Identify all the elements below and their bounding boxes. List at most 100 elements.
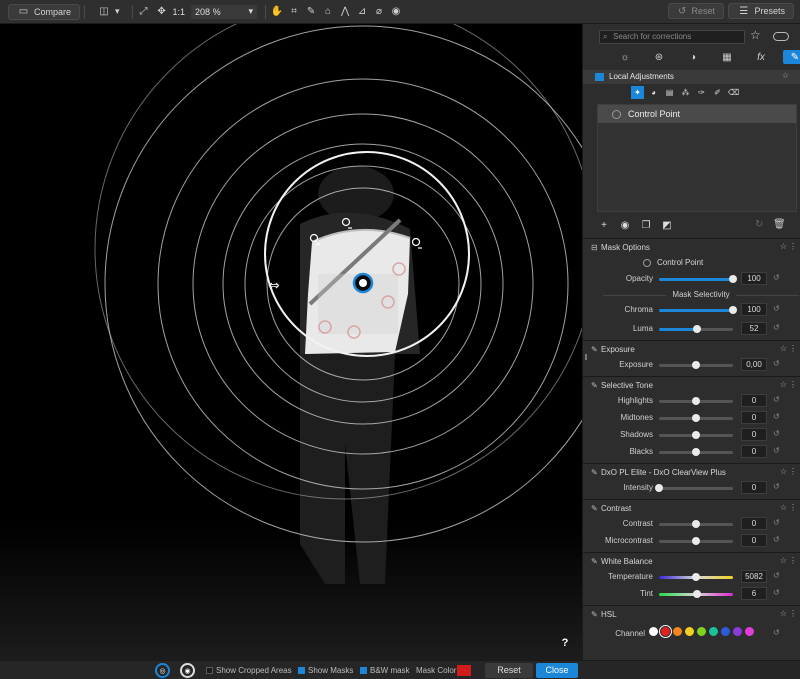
luma-value[interactable]: 52 bbox=[741, 322, 767, 335]
star-icon[interactable]: ☆ bbox=[780, 503, 787, 512]
reset-icon[interactable]: ↺ bbox=[773, 429, 780, 438]
toggle-icon[interactable] bbox=[773, 32, 789, 41]
reset-icon[interactable]: ↺ bbox=[773, 571, 780, 580]
channel-dot[interactable] bbox=[745, 627, 754, 636]
hsl-header[interactable]: ✎ HSL ☆ ⋮ bbox=[591, 607, 797, 621]
panel-scroll[interactable]: ⌕ Search for corrections ☆ ☼ ⊛ ◑ ▦ fx ✎ … bbox=[583, 24, 800, 660]
clearview-header[interactable]: ✎ DxO PL Elite - DxO ClearView Plus ☆ ⋮ bbox=[591, 465, 797, 479]
invert-icon[interactable]: ◩ bbox=[660, 218, 674, 232]
control-point-tool-icon[interactable]: ◎ bbox=[155, 663, 170, 678]
detail-tab[interactable]: ◑ bbox=[681, 50, 705, 64]
temperature-value[interactable]: 5082 bbox=[741, 570, 767, 583]
compare-button[interactable]: ▭ Compare bbox=[8, 3, 80, 20]
close-button[interactable]: Close bbox=[536, 663, 578, 678]
contrast-value[interactable]: 0 bbox=[741, 517, 767, 530]
chroma-slider[interactable]: Chroma 100 ↺ bbox=[583, 303, 800, 317]
tint-value[interactable]: 6 bbox=[741, 587, 767, 600]
reset-icon[interactable]: ↺ bbox=[773, 628, 780, 637]
reset-icon[interactable]: ↺ bbox=[773, 412, 780, 421]
white-balance-header[interactable]: ✎ White Balance ☆ ⋮ bbox=[591, 554, 797, 568]
temperature-slider[interactable]: Temperature 5082 ↺ bbox=[583, 570, 800, 584]
trash-icon[interactable]: 🗑 bbox=[773, 219, 786, 230]
perspective-icon[interactable]: ⌂ bbox=[321, 5, 335, 19]
reset-button[interactable]: ↺ Reset bbox=[668, 3, 724, 19]
highlights-value[interactable]: 0 bbox=[741, 394, 767, 407]
eye-icon[interactable]: ◉ bbox=[618, 218, 632, 232]
blacks-value[interactable]: 0 bbox=[741, 445, 767, 458]
reset-icon[interactable]: ↺ bbox=[773, 446, 780, 455]
channel-dot[interactable] bbox=[659, 625, 672, 638]
star-icon[interactable]: ☆ bbox=[780, 556, 787, 565]
exposure-slider[interactable]: Exposure 0,00 ↺ bbox=[583, 358, 800, 372]
shadows-slider[interactable]: Shadows 0 ↺ bbox=[583, 428, 800, 442]
layout-button[interactable]: ◫ ▾ bbox=[89, 4, 128, 20]
contrast-slider[interactable]: Contrast 0 ↺ bbox=[583, 517, 800, 531]
reset-icon[interactable]: ↺ bbox=[773, 395, 780, 404]
local-adjustments-header[interactable]: Local Adjustments ☆ bbox=[583, 70, 800, 84]
list-item[interactable]: Control Point bbox=[598, 105, 796, 123]
midtones-value[interactable]: 0 bbox=[741, 411, 767, 424]
channel-dot[interactable] bbox=[709, 627, 718, 636]
eyedropper-icon[interactable]: ✎ bbox=[304, 5, 318, 19]
menu-icon[interactable]: ⋮ bbox=[789, 467, 797, 476]
crop-icon[interactable]: ⌗ bbox=[287, 5, 301, 19]
mask-options-header[interactable]: ⊟ Mask Options ☆ ⋮ bbox=[591, 240, 797, 254]
search-input[interactable]: ⌕ Search for corrections bbox=[599, 30, 745, 44]
one-to-one-button[interactable]: 1:1 bbox=[173, 7, 186, 17]
tint-slider[interactable]: Tint 6 ↺ bbox=[583, 587, 800, 601]
blacks-slider[interactable]: Blacks 0 ↺ bbox=[583, 445, 800, 459]
menu-icon[interactable]: ⋮ bbox=[789, 556, 797, 565]
eraser-tool[interactable]: ⌫ bbox=[727, 86, 740, 99]
channel-dot[interactable] bbox=[697, 627, 706, 636]
opacity-slider[interactable]: Opacity 100 ↺ bbox=[583, 272, 800, 286]
channel-dot[interactable] bbox=[685, 627, 694, 636]
contrast-header[interactable]: ✎ Contrast ☆ ⋮ bbox=[591, 501, 797, 515]
menu-icon[interactable]: ⋮ bbox=[789, 344, 797, 353]
light-tab[interactable]: ☼ bbox=[613, 50, 637, 64]
star-icon[interactable]: ☆ bbox=[780, 242, 787, 251]
local-adjust-tab[interactable]: ✎ bbox=[783, 50, 800, 64]
brush-tool[interactable]: ✑ bbox=[695, 86, 708, 99]
menu-icon[interactable]: ⋮ bbox=[789, 609, 797, 618]
show-masks-checkbox[interactable]: Show Masks bbox=[298, 666, 353, 675]
intensity-slider[interactable]: Intensity 0 ↺ bbox=[583, 481, 800, 495]
luma-slider[interactable]: Luma 52 ↺ bbox=[583, 322, 800, 336]
midtones-slider[interactable]: Midtones 0 ↺ bbox=[583, 411, 800, 425]
selective-tone-header[interactable]: ✎ Selective Tone ☆ ⋮ bbox=[591, 378, 797, 392]
channel-dot[interactable] bbox=[673, 627, 682, 636]
geometry-tab[interactable]: ▦ bbox=[715, 50, 739, 64]
star-icon[interactable]: ☆ bbox=[780, 344, 787, 353]
move-icon[interactable]: ✥ bbox=[155, 5, 169, 19]
channel-dot[interactable] bbox=[721, 627, 730, 636]
menu-icon[interactable]: ⋮ bbox=[789, 242, 797, 251]
star-icon[interactable]: ☆ bbox=[780, 380, 787, 389]
reset-button[interactable]: Reset bbox=[485, 663, 533, 678]
reset-icon[interactable]: ↺ bbox=[773, 359, 780, 368]
reset-icon[interactable]: ↺ bbox=[773, 482, 780, 491]
channel-dot[interactable] bbox=[649, 627, 658, 636]
star-icon[interactable]: ☆ bbox=[780, 467, 787, 476]
star-icon[interactable]: ☆ bbox=[780, 609, 787, 618]
channel-dot[interactable] bbox=[733, 627, 742, 636]
auto-brush-tool[interactable]: ✐ bbox=[711, 86, 724, 99]
opacity-value[interactable]: 100 bbox=[741, 272, 767, 285]
bw-mask-checkbox[interactable]: B&W mask bbox=[360, 666, 410, 675]
menu-icon[interactable]: ⋮ bbox=[789, 380, 797, 389]
chroma-value[interactable]: 100 bbox=[741, 303, 767, 316]
reset-icon[interactable]: ↺ bbox=[773, 273, 780, 282]
graduated-filter-tool[interactable]: ▤ bbox=[663, 86, 676, 99]
add-icon[interactable]: + bbox=[597, 218, 611, 232]
zoom-select[interactable]: 208 % ▾ bbox=[191, 4, 258, 19]
microcontrast-value[interactable]: 0 bbox=[741, 534, 767, 547]
star-icon[interactable]: ☆ bbox=[782, 71, 789, 80]
reset-icon[interactable]: ↺ bbox=[773, 323, 780, 332]
effects-tab[interactable]: fx bbox=[749, 50, 773, 64]
microcontrast-slider[interactable]: Microcontrast 0 ↺ bbox=[583, 534, 800, 548]
reset-icon[interactable]: ↻ bbox=[755, 219, 763, 230]
reset-icon[interactable]: ↺ bbox=[773, 535, 780, 544]
panel-scrollbar[interactable] bbox=[585, 354, 587, 360]
perspective-lines-icon[interactable]: ⋀ bbox=[338, 5, 352, 19]
eye-icon[interactable]: ◉ bbox=[389, 5, 403, 19]
duplicate-icon[interactable]: ❐ bbox=[639, 218, 653, 232]
control-point-tool[interactable]: ✦ bbox=[631, 86, 644, 99]
